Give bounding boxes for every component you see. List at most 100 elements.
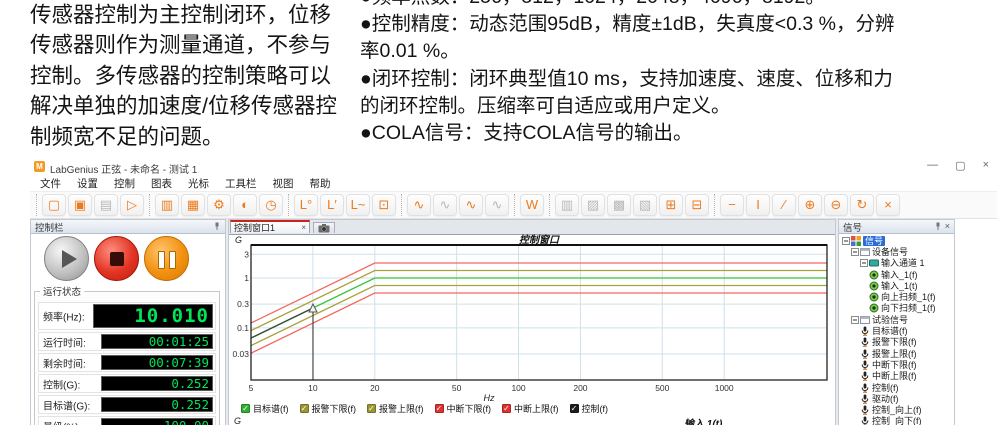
legend-item[interactable]: ✓报警上限(f) (367, 402, 424, 415)
tree-item-label[interactable]: 试验信号 (872, 315, 908, 325)
menu-item[interactable]: 控制 (106, 176, 143, 191)
menu-item[interactable]: 文件 (32, 176, 69, 191)
tree-item-label[interactable]: 中断上限(f) (872, 371, 917, 381)
legend-item[interactable]: ✓控制(f) (570, 402, 609, 415)
level-high-icon[interactable]: L~ (346, 194, 370, 216)
test-settings-icon[interactable]: ▥ (155, 194, 179, 216)
tree-item-label[interactable]: 向下扫频_1(f) (881, 303, 936, 313)
tree-row[interactable]: 中断下限(f) (842, 359, 953, 370)
export-data-icon[interactable]: ▷ (120, 194, 144, 216)
tree-item-label[interactable]: 向上扫频_1(f) (881, 292, 936, 302)
legend-item[interactable]: ✓中断下限(f) (435, 402, 492, 415)
zoom-out-icon[interactable]: ⊖ (824, 194, 848, 216)
panel-close-icon[interactable]: × (945, 222, 950, 231)
legend-checkbox[interactable]: ✓ (570, 404, 579, 413)
menu-item[interactable]: 工具栏 (217, 176, 265, 191)
legend-item[interactable]: ✓目标谱(f) (241, 402, 289, 415)
legend-checkbox[interactable]: ✓ (300, 404, 309, 413)
legend-checkbox[interactable]: ✓ (502, 404, 511, 413)
collapse-icon[interactable] (842, 237, 850, 245)
tree-item-label[interactable]: 驱动(f) (872, 394, 899, 404)
tree-item-label[interactable]: 报警上限(f) (872, 349, 917, 359)
start-button[interactable] (44, 236, 89, 281)
spectrum-2-icon[interactable]: ▨ (581, 194, 605, 216)
legend-checkbox[interactable]: ✓ (435, 404, 444, 413)
display-colors-icon[interactable]: ◐ (233, 194, 257, 216)
tree-row[interactable]: 输入_1(t) (842, 280, 953, 291)
cursor-horizontal-icon[interactable]: − (720, 194, 744, 216)
tree-row[interactable]: 向下扫频_1(f) (842, 303, 953, 314)
menu-item[interactable]: 光标 (180, 176, 217, 191)
spectrum-3-icon[interactable]: ▩ (607, 194, 631, 216)
open-test-icon[interactable]: ▤ (94, 194, 118, 216)
new-test-icon[interactable]: ▢ (42, 194, 66, 216)
tree-row[interactable]: 控制_向下(f) (842, 416, 953, 425)
tree-item-label[interactable]: 控制_向上(f) (872, 405, 922, 415)
menu-item[interactable]: 视图 (265, 176, 302, 191)
maximize-icon[interactable]: ▢ (955, 159, 965, 172)
tree-row[interactable]: 控制_向上(f) (842, 404, 953, 415)
tree-row[interactable]: 目标谱(f) (842, 325, 953, 336)
pin-icon[interactable] (934, 222, 942, 231)
system-settings-icon[interactable]: ⚙ (207, 194, 231, 216)
tree-row[interactable]: 输入通道 1 (842, 258, 953, 269)
tree-row[interactable]: 向上扫频_1(f) (842, 291, 953, 302)
tree-item-label[interactable]: 控制(f) (872, 383, 899, 393)
tab-control-window[interactable]: 控制窗口1 × (230, 220, 310, 233)
refresh-icon[interactable]: ↻ (850, 194, 874, 216)
view-wave-icon[interactable]: ∿ (459, 194, 483, 216)
stop-wave-icon[interactable]: ∿ (485, 194, 509, 216)
control-chart[interactable]: 51020501002005001000310.30.10.03控制窗口GHz (229, 234, 835, 425)
stop-button[interactable] (94, 236, 139, 281)
level-mid-icon[interactable]: L′ (320, 194, 344, 216)
tree-item-label[interactable]: 报警下限(f) (872, 337, 917, 347)
menu-item[interactable]: 帮助 (302, 176, 339, 191)
tree-row[interactable]: 信号 (842, 235, 953, 246)
cursor-slope-icon[interactable]: ∕ (772, 194, 796, 216)
minimize-icon[interactable]: — (927, 159, 938, 172)
legend-item[interactable]: ✓报警下限(f) (300, 402, 357, 415)
close-icon[interactable]: × (983, 159, 989, 172)
menu-item[interactable]: 设置 (69, 176, 106, 191)
tree-row[interactable]: 输入_1(f) (842, 269, 953, 280)
layout-grid-icon[interactable]: ⊞ (659, 194, 683, 216)
pause-button[interactable] (144, 236, 189, 281)
tree-item-label[interactable]: 控制_向下(f) (872, 416, 922, 425)
tree-item-label[interactable]: 输入_1(t) (881, 281, 918, 291)
tree-item-label[interactable]: 设备信号 (872, 247, 908, 257)
menu-item[interactable]: 图表 (143, 176, 180, 191)
save-test-icon[interactable]: ▣ (68, 194, 92, 216)
tree-item-label[interactable]: 信号 (863, 236, 885, 246)
pause-wave-icon[interactable]: ∿ (433, 194, 457, 216)
level-low-icon[interactable]: L° (294, 194, 318, 216)
tree-row[interactable]: 控制(f) (842, 382, 953, 393)
pin-icon[interactable] (213, 222, 221, 231)
word-report-icon[interactable]: W (520, 194, 544, 216)
clear-icon[interactable]: × (876, 194, 900, 216)
schedule-icon[interactable]: ◷ (259, 194, 283, 216)
legend-checkbox[interactable]: ✓ (367, 404, 376, 413)
tree-row[interactable]: 报警下限(f) (842, 337, 953, 348)
record-wave-icon[interactable]: ∿ (407, 194, 431, 216)
cursor-vertical-icon[interactable]: I (746, 194, 770, 216)
layout-single-icon[interactable]: ⊟ (685, 194, 709, 216)
collapse-icon[interactable] (851, 316, 859, 324)
window-layout-icon[interactable]: ⊡ (372, 194, 396, 216)
spectrum-1-icon[interactable]: ▥ (555, 194, 579, 216)
zoom-in-icon[interactable]: ⊕ (798, 194, 822, 216)
tree-row[interactable]: 报警上限(f) (842, 348, 953, 359)
tree-item-label[interactable]: 中断下限(f) (872, 360, 917, 370)
collapse-icon[interactable] (860, 259, 868, 267)
collapse-icon[interactable] (851, 248, 859, 256)
tree-item-label[interactable]: 输入_1(f) (881, 270, 918, 280)
tree-row[interactable]: 驱动(f) (842, 393, 953, 404)
legend-item[interactable]: ✓中断上限(f) (502, 402, 559, 415)
tree-item-label[interactable]: 输入通道 1 (881, 258, 925, 268)
screenshot-tab[interactable] (313, 222, 335, 233)
legend-checkbox[interactable]: ✓ (241, 404, 250, 413)
tree-row[interactable]: 试验信号 (842, 314, 953, 325)
spectrum-4-icon[interactable]: ▧ (633, 194, 657, 216)
tree-row[interactable]: 设备信号 (842, 246, 953, 257)
tab-close-icon[interactable]: × (301, 223, 306, 232)
tree-item-label[interactable]: 目标谱(f) (872, 326, 908, 336)
